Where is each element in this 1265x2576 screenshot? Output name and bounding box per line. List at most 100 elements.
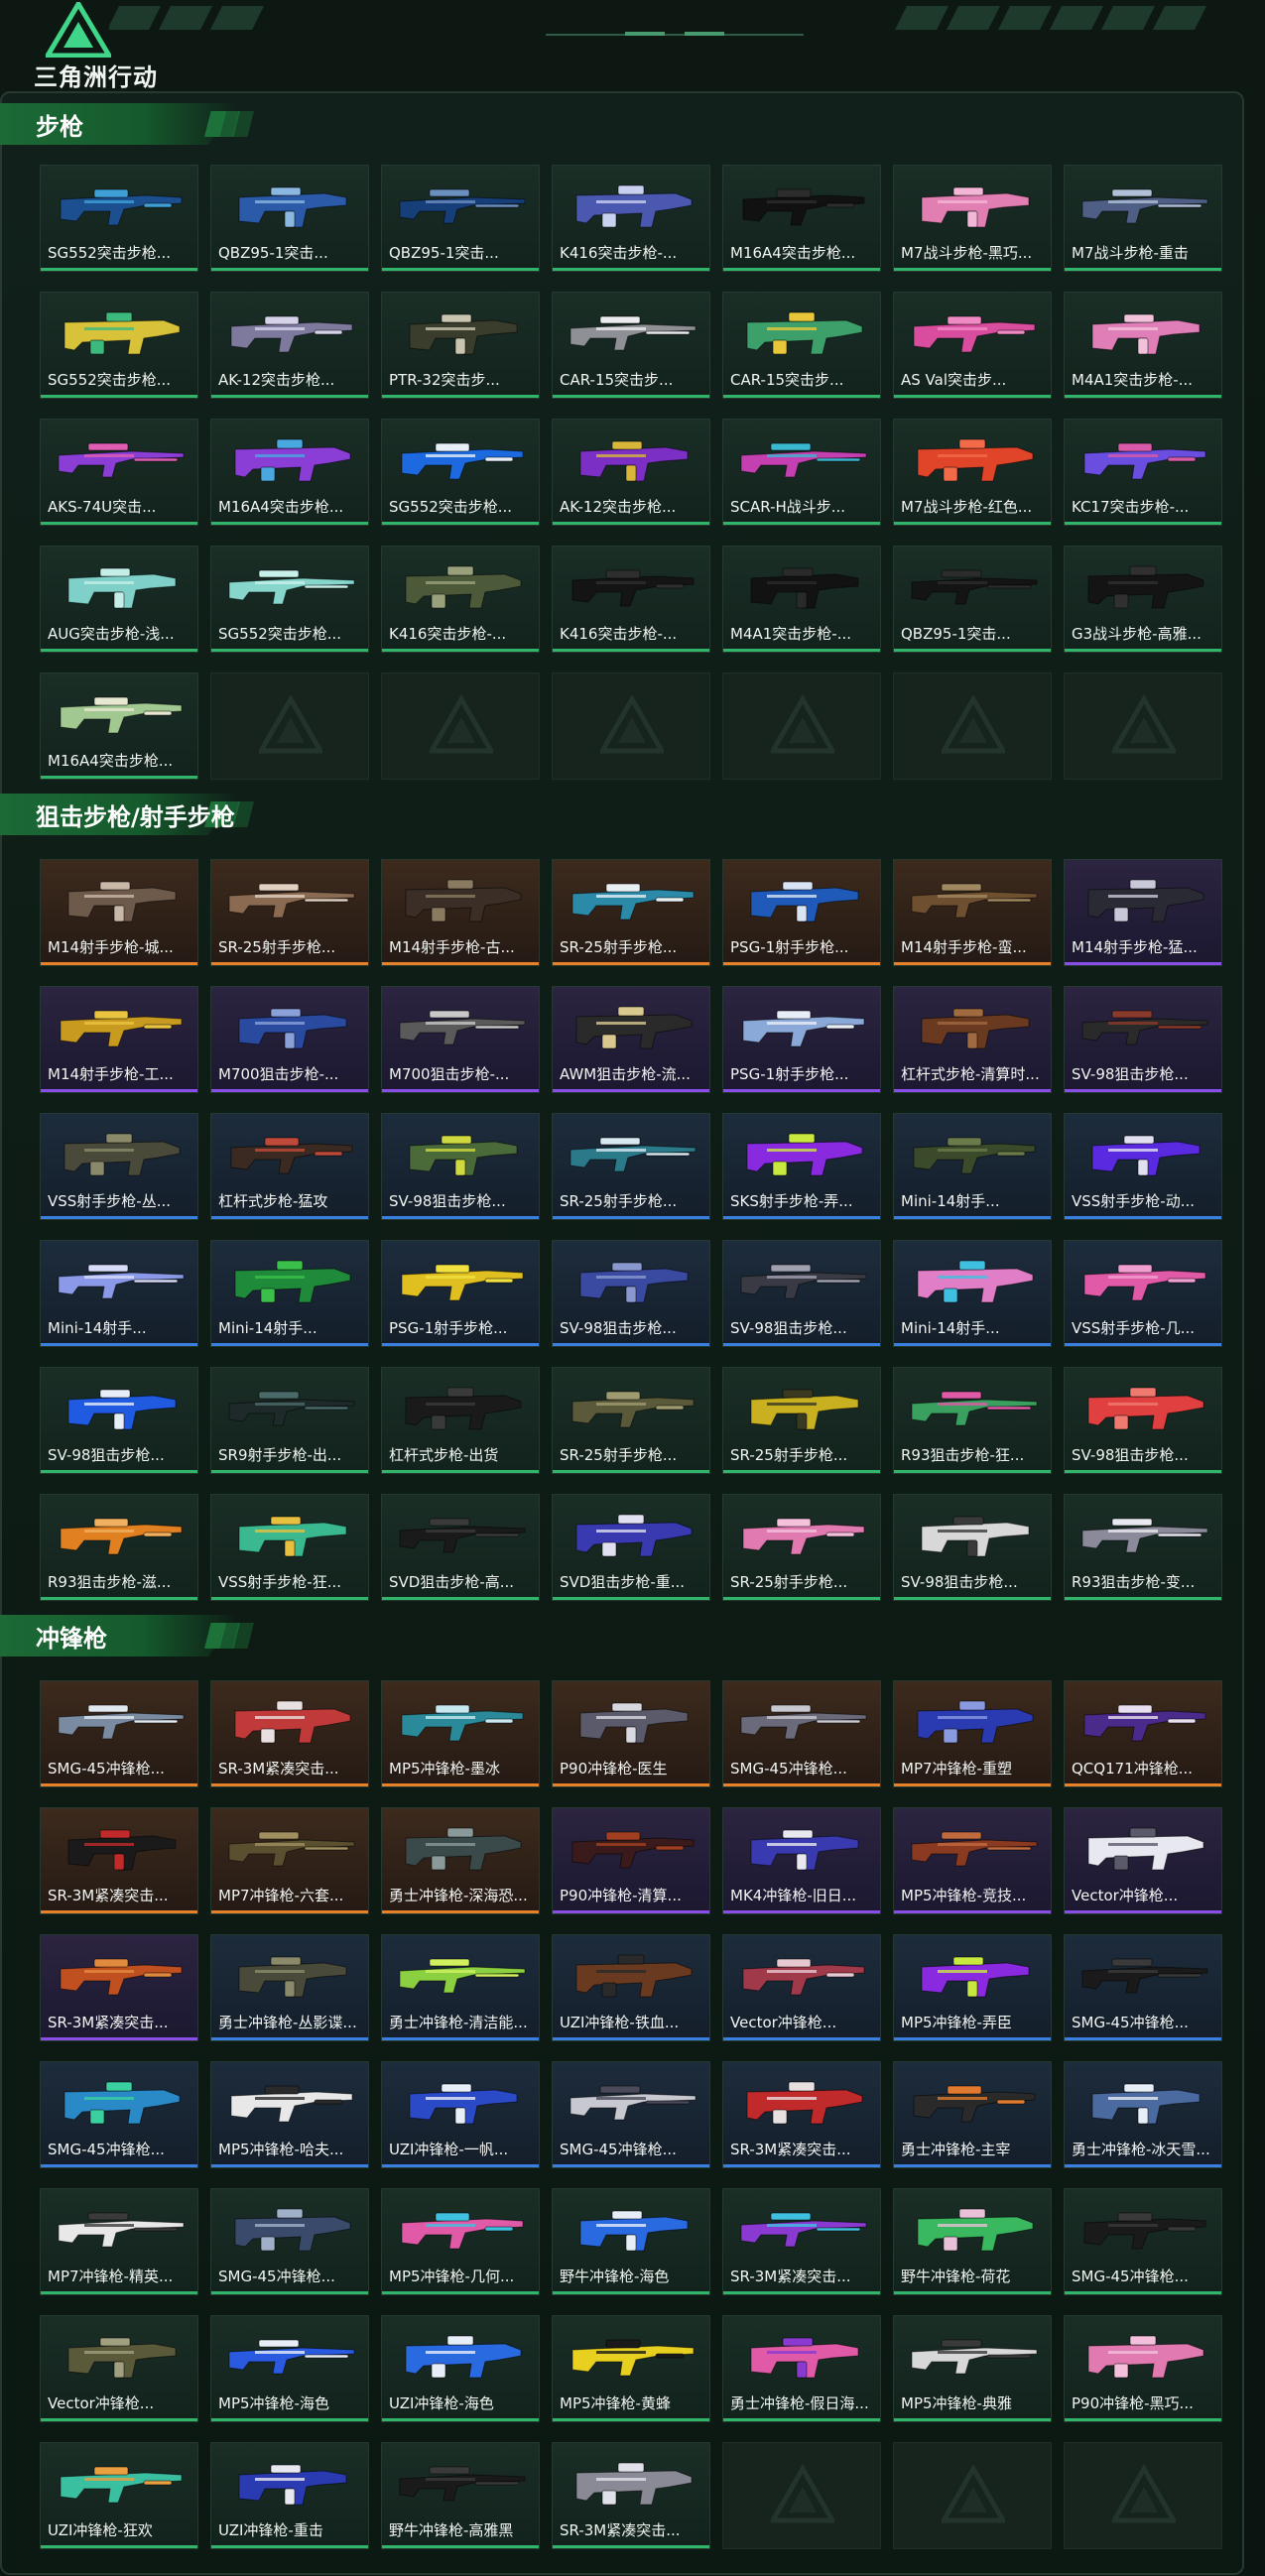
- weapon-card[interactable]: 杠杆式步枪-猛攻: [210, 1113, 369, 1220]
- weapon-card[interactable]: SMG-45冲锋枪...: [210, 2188, 369, 2295]
- weapon-card[interactable]: MP7冲锋枪-六套...: [210, 1807, 369, 1914]
- weapon-card[interactable]: 勇士冲锋枪-清洁能...: [381, 1934, 540, 2041]
- weapon-card[interactable]: Mini-14射手...: [40, 1240, 198, 1347]
- weapon-card[interactable]: 杠杆式步枪-清算时...: [893, 986, 1052, 1093]
- weapon-card[interactable]: M700狙击步枪-...: [381, 986, 540, 1093]
- weapon-card[interactable]: R93狙击步枪-狂...: [893, 1367, 1052, 1474]
- weapon-card[interactable]: PSG-1射手步枪...: [381, 1240, 540, 1347]
- weapon-card[interactable]: MP5冲锋枪-墨冰: [381, 1680, 540, 1787]
- weapon-card[interactable]: VSS射手步枪-动...: [1064, 1113, 1222, 1220]
- weapon-card[interactable]: SR-25射手步枪...: [552, 1113, 710, 1220]
- weapon-card[interactable]: SV-98狙击步枪...: [893, 1494, 1052, 1601]
- weapon-card[interactable]: M7战斗步枪-红色...: [893, 419, 1052, 526]
- weapon-card[interactable]: SMG-45冲锋枪...: [552, 2061, 710, 2168]
- weapon-card[interactable]: 野牛冲锋枪-海色: [552, 2188, 710, 2295]
- weapon-card[interactable]: M14射手步枪-古...: [381, 859, 540, 966]
- weapon-card[interactable]: K416突击步枪-...: [381, 546, 540, 653]
- weapon-card[interactable]: Vector冲锋枪...: [722, 1934, 881, 2041]
- weapon-card[interactable]: P90冲锋枪-清算...: [552, 1807, 710, 1914]
- weapon-card[interactable]: P90冲锋枪-黑巧...: [1064, 2315, 1222, 2422]
- weapon-card[interactable]: SG552突击步枪...: [381, 419, 540, 526]
- weapon-card[interactable]: 勇士冲锋枪-深海恐...: [381, 1807, 540, 1914]
- weapon-card[interactable]: PSG-1射手步枪...: [722, 986, 881, 1093]
- weapon-card[interactable]: 勇士冲锋枪-冰天雪...: [1064, 2061, 1222, 2168]
- weapon-card[interactable]: M14射手步枪-工...: [40, 986, 198, 1093]
- weapon-card[interactable]: SV-98狙击步枪...: [40, 1367, 198, 1474]
- weapon-card[interactable]: QBZ95-1突击...: [893, 546, 1052, 653]
- weapon-card[interactable]: M16A4突击步枪...: [40, 673, 198, 780]
- weapon-card[interactable]: VSS射手步枪-丛...: [40, 1113, 198, 1220]
- weapon-card[interactable]: MP5冲锋枪-弄臣: [893, 1934, 1052, 2041]
- weapon-card[interactable]: K416突击步枪-...: [552, 165, 710, 272]
- weapon-card[interactable]: MP5冲锋枪-哈夫...: [210, 2061, 369, 2168]
- weapon-card[interactable]: SG552突击步枪...: [210, 546, 369, 653]
- weapon-card[interactable]: SVD狙击步枪-重...: [552, 1494, 710, 1601]
- weapon-card[interactable]: SV-98狙击步枪...: [381, 1113, 540, 1220]
- weapon-card[interactable]: CAR-15突击步...: [722, 292, 881, 399]
- weapon-card[interactable]: UZI冲锋枪-铁血...: [552, 1934, 710, 2041]
- weapon-card[interactable]: M14射手步枪-猛...: [1064, 859, 1222, 966]
- weapon-card[interactable]: SMG-45冲锋枪...: [1064, 1934, 1222, 2041]
- weapon-card[interactable]: P90冲锋枪-医生: [552, 1680, 710, 1787]
- weapon-card[interactable]: AK-12突击步枪...: [210, 292, 369, 399]
- weapon-card[interactable]: M4A1突击步枪-...: [1064, 292, 1222, 399]
- weapon-card[interactable]: UZI冲锋枪-海色: [381, 2315, 540, 2422]
- weapon-card[interactable]: SR9射手步枪-出...: [210, 1367, 369, 1474]
- weapon-card[interactable]: MK4冲锋枪-旧日...: [722, 1807, 881, 1914]
- weapon-card[interactable]: M16A4突击步枪...: [722, 165, 881, 272]
- weapon-card[interactable]: MP5冲锋枪-海色: [210, 2315, 369, 2422]
- weapon-card[interactable]: CAR-15突击步...: [552, 292, 710, 399]
- weapon-card[interactable]: SR-25射手步枪...: [210, 859, 369, 966]
- weapon-card[interactable]: SMG-45冲锋枪...: [40, 2061, 198, 2168]
- weapon-card[interactable]: G3战斗步枪-高雅...: [1064, 546, 1222, 653]
- weapon-card[interactable]: SR-25射手步枪...: [722, 1494, 881, 1601]
- weapon-card[interactable]: VSS射手步枪-几...: [1064, 1240, 1222, 1347]
- weapon-card[interactable]: SR-3M紧凑突击...: [552, 2442, 710, 2549]
- weapon-card[interactable]: SR-3M紧凑突击...: [722, 2061, 881, 2168]
- weapon-card[interactable]: SV-98狙击步枪...: [722, 1240, 881, 1347]
- weapon-card[interactable]: M7战斗步枪-重击: [1064, 165, 1222, 272]
- weapon-card[interactable]: UZI冲锋枪-一帆...: [381, 2061, 540, 2168]
- weapon-card[interactable]: Mini-14射手...: [893, 1240, 1052, 1347]
- weapon-card[interactable]: MP7冲锋枪-重塑: [893, 1680, 1052, 1787]
- weapon-card[interactable]: SG552突击步枪...: [40, 165, 198, 272]
- weapon-card[interactable]: 勇士冲锋枪-主宰: [893, 2061, 1052, 2168]
- weapon-card[interactable]: M16A4突击步枪...: [210, 419, 369, 526]
- weapon-card[interactable]: Vector冲锋枪...: [40, 2315, 198, 2422]
- weapon-card[interactable]: AUG突击步枪-浅...: [40, 546, 198, 653]
- weapon-card[interactable]: MP7冲锋枪-精英...: [40, 2188, 198, 2295]
- weapon-card[interactable]: AK-12突击步枪...: [552, 419, 710, 526]
- weapon-card[interactable]: R93狙击步枪-变...: [1064, 1494, 1222, 1601]
- weapon-card[interactable]: MP5冲锋枪-竞技...: [893, 1807, 1052, 1914]
- weapon-card[interactable]: SR-25射手步枪...: [552, 859, 710, 966]
- weapon-card[interactable]: AKS-74U突击...: [40, 419, 198, 526]
- weapon-card[interactable]: MP5冲锋枪-黄蜂: [552, 2315, 710, 2422]
- weapon-card[interactable]: MP5冲锋枪-典雅: [893, 2315, 1052, 2422]
- weapon-card[interactable]: 勇士冲锋枪-假日海...: [722, 2315, 881, 2422]
- weapon-card[interactable]: M14射手步枪-城...: [40, 859, 198, 966]
- weapon-card[interactable]: UZI冲锋枪-狂欢: [40, 2442, 198, 2549]
- weapon-card[interactable]: QBZ95-1突击...: [210, 165, 369, 272]
- weapon-card[interactable]: QBZ95-1突击...: [381, 165, 540, 272]
- weapon-card[interactable]: K416突击步枪-...: [552, 546, 710, 653]
- weapon-card[interactable]: M700狙击步枪-...: [210, 986, 369, 1093]
- weapon-card[interactable]: PTR-32突击步...: [381, 292, 540, 399]
- weapon-card[interactable]: SR-25射手步枪...: [722, 1367, 881, 1474]
- weapon-card[interactable]: KC17突击步枪-...: [1064, 419, 1222, 526]
- weapon-card[interactable]: SMG-45冲锋枪...: [1064, 2188, 1222, 2295]
- weapon-card[interactable]: AS Val突击步...: [893, 292, 1052, 399]
- weapon-card[interactable]: 勇士冲锋枪-丛影谍...: [210, 1934, 369, 2041]
- weapon-card[interactable]: M4A1突击步枪-...: [722, 546, 881, 653]
- weapon-card[interactable]: M7战斗步枪-黑巧...: [893, 165, 1052, 272]
- weapon-card[interactable]: Mini-14射手...: [210, 1240, 369, 1347]
- weapon-card[interactable]: M14射手步枪-蛮...: [893, 859, 1052, 966]
- weapon-card[interactable]: AWM狙击步枪-流...: [552, 986, 710, 1093]
- weapon-card[interactable]: SV-98狙击步枪...: [1064, 1367, 1222, 1474]
- weapon-card[interactable]: SV-98狙击步枪...: [552, 1240, 710, 1347]
- weapon-card[interactable]: 野牛冲锋枪-高雅黑: [381, 2442, 540, 2549]
- weapon-card[interactable]: PSG-1射手步枪...: [722, 859, 881, 966]
- weapon-card[interactable]: 野牛冲锋枪-荷花: [893, 2188, 1052, 2295]
- weapon-card[interactable]: MP5冲锋枪-几何...: [381, 2188, 540, 2295]
- weapon-card[interactable]: SMG-45冲锋枪...: [40, 1680, 198, 1787]
- weapon-card[interactable]: QCQ171冲锋枪...: [1064, 1680, 1222, 1787]
